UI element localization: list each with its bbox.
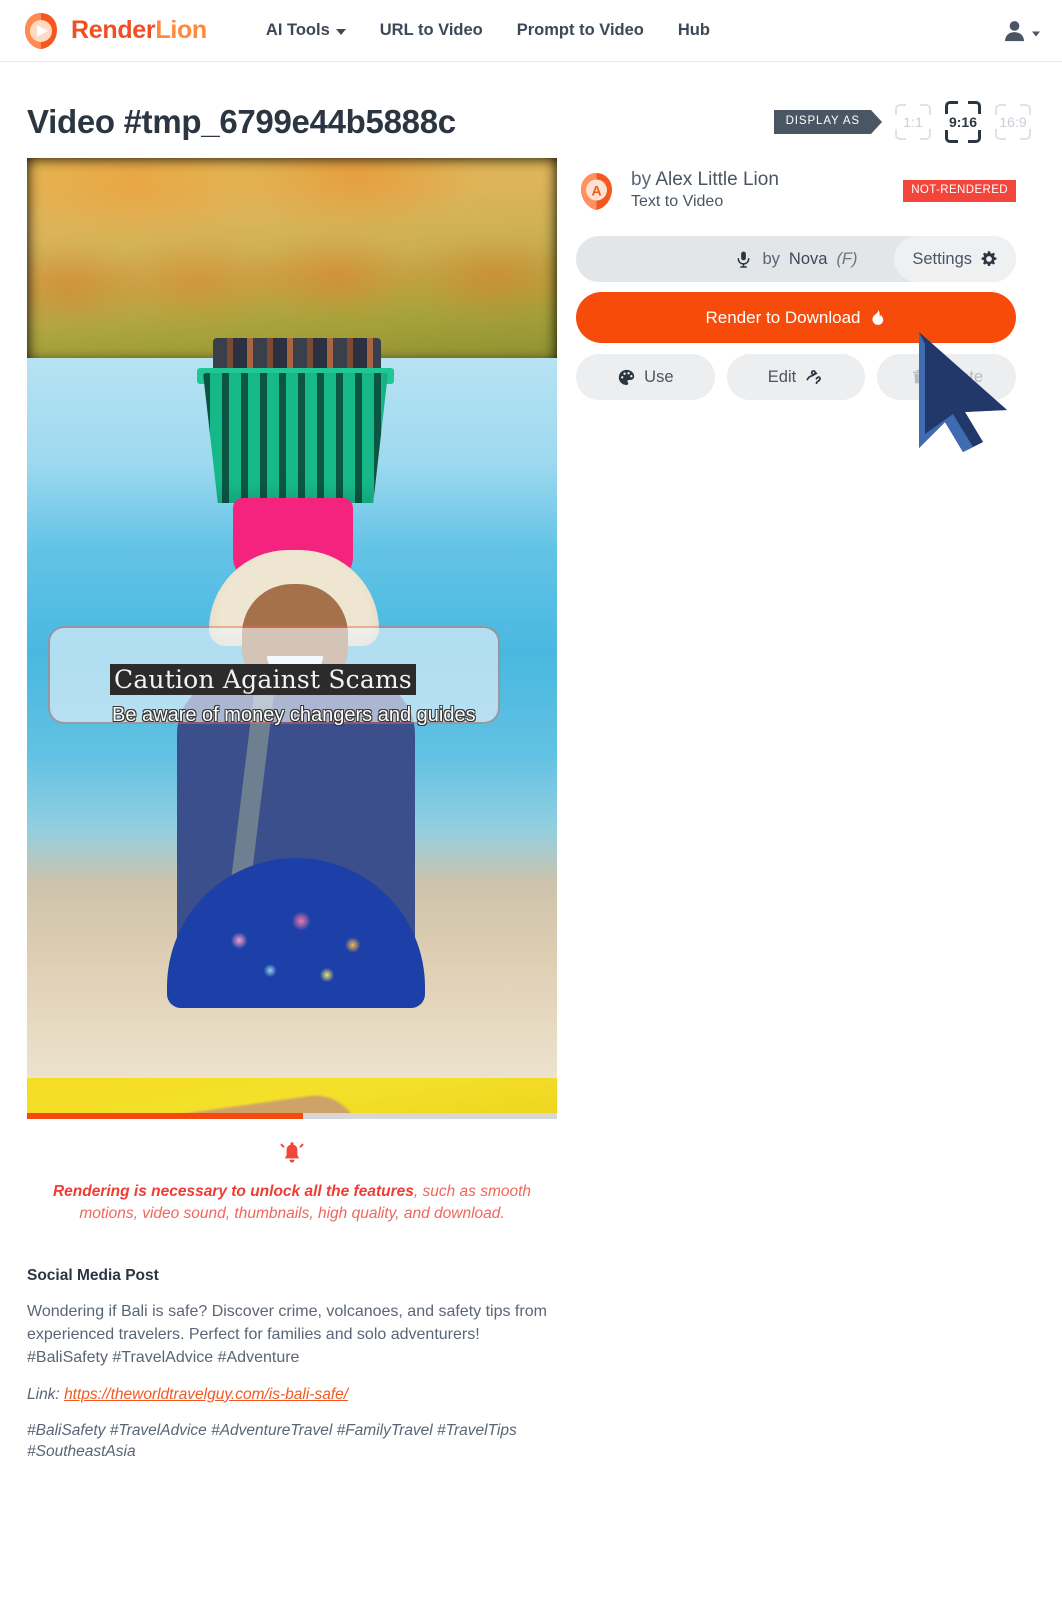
social-post-hashtags: #BaliSafety #TravelAdvice #AdventureTrav…: [27, 1421, 517, 1460]
author-row: A by Alex Little Lion Text to Video NOT-…: [576, 167, 1016, 215]
display-as-control: DISPLAY AS 1:1 9:16 16:9: [773, 100, 1035, 144]
voice-name: Nova: [788, 249, 828, 268]
logo-text-render: Render: [71, 16, 156, 44]
render-warning-text: Rendering is necessary to unlock all the…: [45, 1181, 539, 1225]
video-column: Caution Against Scams Be aware of money …: [27, 158, 557, 1462]
nav-item-hub[interactable]: Hub: [678, 21, 710, 40]
gear-icon: [981, 251, 997, 267]
chevron-down-icon: [1032, 31, 1040, 36]
nav-label: Prompt to Video: [516, 21, 644, 39]
aspect-ratio-1-1[interactable]: 1:1: [891, 100, 935, 144]
brand-logo-text: RenderLion: [71, 16, 207, 45]
use-button-label: Use: [644, 367, 674, 386]
green-basket: [203, 373, 388, 503]
main-nav: AI Tools URL to Video Prompt to Video Hu…: [266, 21, 710, 40]
caption-subtitle: Be aware of money changers and guides: [112, 704, 476, 726]
aspect-ratio-label: 16:9: [999, 114, 1027, 130]
scribble-pen-icon: [806, 370, 822, 385]
settings-label: Settings: [912, 249, 972, 268]
action-buttons: Use Edit Delete: [576, 354, 1017, 400]
delete-button[interactable]: Delete: [877, 354, 1017, 400]
page-header-row: Video #tmp_6799e44b5888c DISPLAY AS 1:1 …: [0, 100, 1062, 144]
app-root: RenderLion AI Tools URL to Video Prompt …: [0, 0, 1062, 1598]
caption-accent-line: [111, 653, 466, 658]
author-name: Alex Little Lion: [655, 169, 779, 191]
settings-button[interactable]: Settings: [894, 236, 1016, 282]
voice-bar: by Nova (F) Settings: [576, 236, 1016, 282]
voice-gender: (F): [836, 249, 858, 268]
author-meta: by Alex Little Lion Text to Video: [631, 169, 779, 212]
video-progress-bar[interactable]: [27, 1113, 557, 1119]
render-warning: Rendering is necessary to unlock all the…: [27, 1141, 557, 1225]
use-button[interactable]: Use: [576, 354, 715, 400]
palette-icon: [618, 369, 635, 385]
logo-text-lion: Lion: [155, 16, 207, 44]
display-as-label: DISPLAY AS: [773, 110, 883, 134]
top-navbar: RenderLion AI Tools URL to Video Prompt …: [0, 0, 1062, 62]
render-to-download-button[interactable]: Render to Download: [576, 292, 1016, 343]
nav-item-url-to-video[interactable]: URL to Video: [380, 21, 483, 40]
page-title: Video #tmp_6799e44b5888c: [27, 103, 456, 140]
edit-button[interactable]: Edit: [726, 354, 866, 400]
video-subject: [27, 338, 557, 1098]
author-name-row: by Alex Little Lion: [631, 169, 779, 191]
aspect-ratio-label: 9:16: [948, 114, 978, 130]
flame-icon: [872, 309, 884, 325]
voice-by-label: by: [762, 249, 780, 268]
status-badge: NOT-RENDERED: [903, 180, 1016, 202]
author-by-label: by: [631, 169, 652, 191]
social-post-link[interactable]: https://theworldtravelguy.com/is-bali-sa…: [64, 1386, 348, 1403]
video-frame-top-band: [27, 158, 557, 363]
user-account-menu[interactable]: [1001, 17, 1040, 44]
microphone-icon: [738, 251, 750, 268]
nav-label: AI Tools: [265, 21, 330, 39]
nav-item-ai-tools[interactable]: AI Tools: [266, 21, 346, 40]
delete-button-label: Delete: [935, 367, 984, 386]
avatar-letter: A: [591, 182, 601, 198]
trash-icon: [913, 369, 925, 384]
content-area: Caution Against Scams Be aware of money …: [0, 158, 1062, 1462]
video-preview[interactable]: Caution Against Scams Be aware of money …: [27, 158, 557, 1113]
social-post-heading: Social Media Post: [27, 1267, 159, 1284]
avatar[interactable]: A: [576, 171, 617, 212]
voice-label: by Nova (F): [734, 249, 858, 270]
details-panel: A by Alex Little Lion Text to Video NOT-…: [576, 158, 1017, 400]
lion-play-logo-icon: [20, 10, 62, 52]
aspect-ratio-label: 1:1: [903, 114, 923, 130]
brand-logo[interactable]: RenderLion: [20, 10, 207, 52]
render-button-label: Render to Download: [705, 307, 861, 327]
edit-button-label: Edit: [767, 367, 797, 386]
aspect-ratio-9-16[interactable]: 9:16: [941, 100, 985, 144]
social-post-body: Wondering if Bali is safe? Discover crim…: [27, 1303, 547, 1366]
alarm-bell-icon: [45, 1141, 539, 1172]
render-warning-bold: Rendering is necessary to unlock all the…: [52, 1183, 414, 1200]
nav-label: URL to Video: [379, 21, 483, 39]
caption-title: Caution Against Scams: [114, 665, 412, 694]
video-progress-fill: [27, 1113, 303, 1119]
author-subtitle: Text to Video: [631, 192, 724, 210]
social-media-post: Social Media Post Wondering if Bali is s…: [27, 1267, 557, 1462]
aspect-ratio-16-9[interactable]: 16:9: [991, 100, 1035, 144]
social-post-link-row: Link: https://theworldtravelguy.com/is-b…: [27, 1386, 557, 1404]
video-caption-overlay: Caution Against Scams Be aware of money …: [50, 628, 498, 726]
chevron-down-icon: [335, 29, 346, 35]
nav-item-prompt-to-video[interactable]: Prompt to Video: [517, 21, 644, 40]
link-label: Link:: [27, 1385, 60, 1403]
aspect-ratio-group: 1:1 9:16 16:9: [891, 100, 1035, 144]
user-icon: [1005, 20, 1024, 41]
caption-title-bar: Caution Against Scams: [110, 664, 416, 695]
nav-label: Hub: [677, 21, 710, 39]
